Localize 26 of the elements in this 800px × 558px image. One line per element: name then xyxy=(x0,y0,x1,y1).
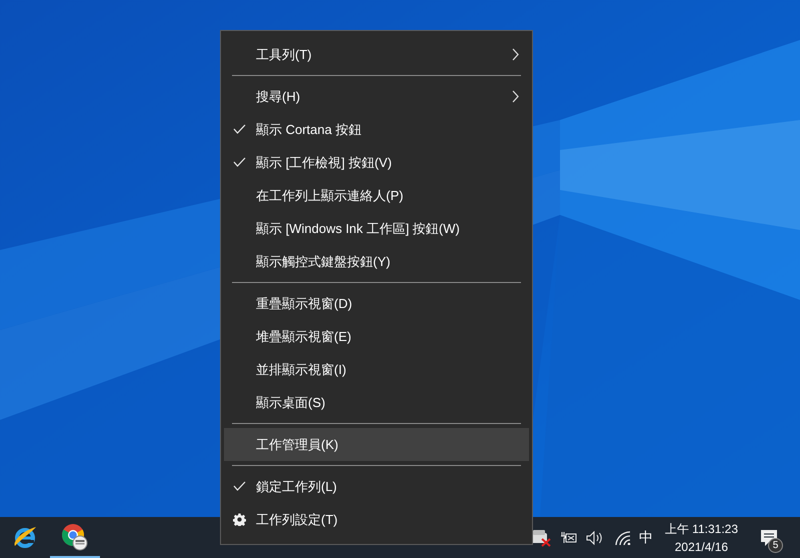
menu-item[interactable]: 搜尋(H) xyxy=(224,80,529,113)
volume-icon xyxy=(586,530,603,544)
menu-item[interactable]: 顯示 [Windows Ink 工作區] 按鈕(W) xyxy=(224,212,529,245)
menu-item[interactable]: 顯示觸控式鍵盤按鈕(Y) xyxy=(224,245,529,278)
chevron-right-icon xyxy=(512,90,519,103)
menu-item[interactable]: 工作管理員(K) xyxy=(224,428,529,461)
settings-icon xyxy=(233,513,246,526)
menu-item[interactable]: 堆疊顯示視窗(E) xyxy=(224,320,529,353)
menu-item[interactable]: 並排顯示視窗(I) xyxy=(224,353,529,386)
menu-item[interactable]: 在工作列上顯示連絡人(P) xyxy=(224,179,529,212)
wifi-icon xyxy=(614,530,631,544)
menu-item[interactable]: 工具列(T) xyxy=(224,38,529,71)
menu-item[interactable]: 工作列設定(T) xyxy=(224,503,529,536)
input-method-indicator[interactable]: 中 xyxy=(638,527,653,548)
menu-item[interactable]: 顯示 [工作檢視] 按鈕(V) xyxy=(224,146,529,179)
menu-item[interactable]: 顯示桌面(S) xyxy=(224,386,529,419)
browser-icon xyxy=(60,522,90,552)
menu-item[interactable]: 鎖定工作列(L) xyxy=(224,470,529,503)
menu-item[interactable]: 顯示 Cortana 按鈕 xyxy=(224,113,529,146)
chevron-right-icon xyxy=(512,48,519,61)
clock-date: 2021/4/16 xyxy=(674,538,728,556)
clock-time: 上午 11:31:23 xyxy=(664,520,738,538)
clock[interactable]: 上午 11:31:23 2021/4/16 xyxy=(664,520,738,556)
battery-plug-icon xyxy=(560,530,578,544)
notification-count-badge: 5 xyxy=(768,538,783,552)
menu-item[interactable]: 重疊顯示視窗(D) xyxy=(224,287,529,320)
